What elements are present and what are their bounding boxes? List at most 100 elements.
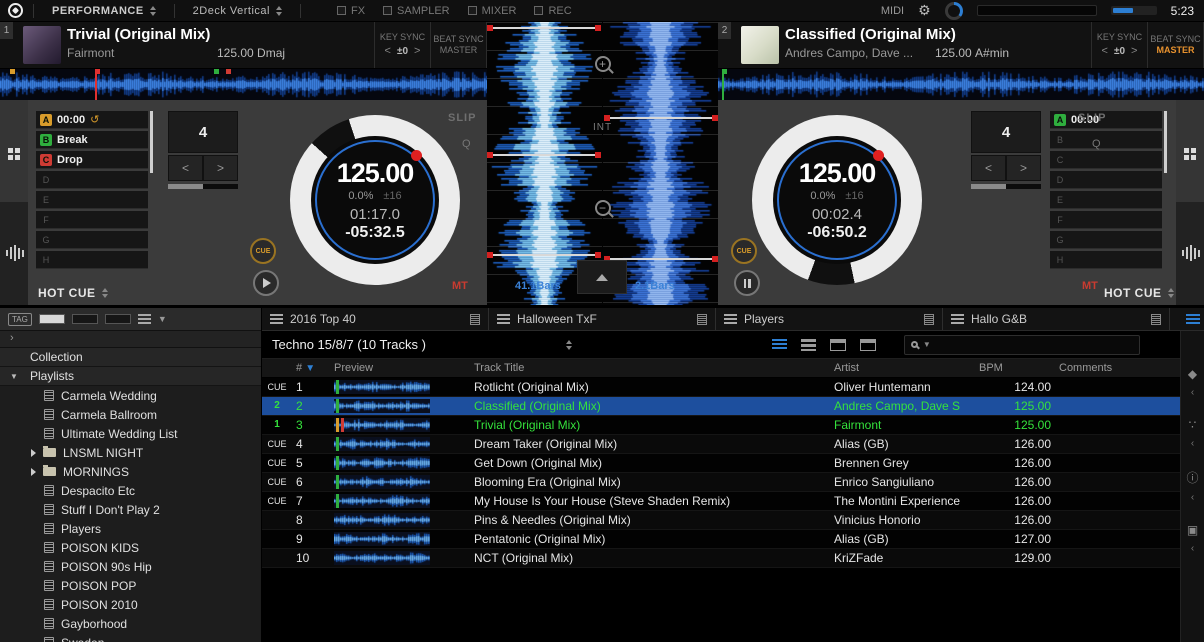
table-row[interactable]: CUE7My House Is Your House (Steve Shaden… xyxy=(262,491,1180,510)
mode-select[interactable]: PERFORMANCE xyxy=(44,5,164,17)
tab-players[interactable]: Players xyxy=(716,308,943,330)
deck1-jog-wheel[interactable]: 125.00 0.0%±16 01:17.0 -05:32.5 xyxy=(290,115,460,285)
related-tracks-icon[interactable]: ∵ xyxy=(1189,418,1197,432)
track-preview-cell[interactable] xyxy=(330,453,470,472)
preview-waveform[interactable] xyxy=(334,456,430,470)
deck2-panel-mode[interactable]: HOT CUE xyxy=(1104,286,1174,300)
info-icon[interactable]: ⓘ xyxy=(1186,469,1198,486)
column-artist[interactable]: Artist xyxy=(830,359,975,377)
sidebar-item-poison-2010[interactable]: POISON 2010 xyxy=(0,595,261,614)
deck2-jog-wheel[interactable]: 125.00 0.0%±16 00:02.4 -06:50.2 xyxy=(752,115,922,285)
deck2-quantize-label[interactable]: Q xyxy=(1092,138,1101,150)
list-view-active-icon[interactable] xyxy=(772,339,787,351)
chevron-left-icon[interactable]: ‹ xyxy=(1191,438,1194,449)
sidebar-item-mornings[interactable]: MORNINGS xyxy=(0,462,261,481)
column-comments[interactable]: Comments xyxy=(1055,359,1180,377)
hot-cue-f[interactable]: F xyxy=(1050,211,1162,229)
artwork-list-view-icon[interactable] xyxy=(860,339,876,351)
tab-2016-top-40[interactable]: 2016 Top 40 xyxy=(262,308,489,330)
toggle-rec[interactable]: REC xyxy=(534,5,571,17)
midi-indicator[interactable]: MIDI xyxy=(881,5,904,17)
color-filter-2[interactable] xyxy=(72,314,98,324)
tab-halloween-txf[interactable]: Halloween TxF xyxy=(489,308,716,330)
sidebar-item-carmela-wedding[interactable]: Carmela Wedding xyxy=(0,386,261,405)
table-row[interactable]: CUE1Rotlicht (Original Mix)Oliver Huntem… xyxy=(262,377,1180,396)
new-tab-button[interactable] xyxy=(1182,308,1204,330)
preview-waveform[interactable] xyxy=(334,532,430,546)
hot-cue-h[interactable]: H xyxy=(36,251,148,269)
artwork-panel-icon[interactable]: ▣ xyxy=(1187,523,1198,537)
deck1-track-overview[interactable] xyxy=(0,69,487,100)
tree-expand-icon[interactable] xyxy=(31,468,36,476)
hot-cue-c[interactable]: CDrop xyxy=(36,151,148,169)
deck1-slip-label[interactable]: SLIP xyxy=(448,112,476,124)
scrollbar[interactable] xyxy=(1164,111,1167,173)
toggle-mixer[interactable]: MIXER xyxy=(468,5,517,17)
eq-waveform-icon[interactable] xyxy=(1182,245,1200,261)
memory-prev-button[interactable]: < xyxy=(971,155,1006,181)
gear-icon[interactable]: ⚙ xyxy=(918,2,931,19)
list-view-icon[interactable] xyxy=(138,314,151,324)
hot-cue-d[interactable]: D xyxy=(1050,171,1162,189)
column-title[interactable]: Track Title xyxy=(470,359,830,377)
sidebar-item-poison-pop[interactable]: POISON POP xyxy=(0,576,261,595)
search-filter-chevron[interactable]: ▼ xyxy=(923,340,931,349)
track-preview-cell[interactable] xyxy=(330,472,470,491)
table-row[interactable]: 9Pentatonic (Original Mix)Alias (GB)127.… xyxy=(262,529,1180,548)
track-preview-cell[interactable] xyxy=(330,491,470,510)
deck1-key-sync-button[interactable]: KEY SYNC <±0> xyxy=(375,22,431,68)
tab-page-icon[interactable] xyxy=(924,314,934,325)
track-preview-cell[interactable] xyxy=(330,396,470,415)
sidebar-breadcrumb[interactable]: › xyxy=(0,331,261,348)
int-mode-label[interactable]: INT xyxy=(593,122,612,133)
zoom-in-icon[interactable]: + xyxy=(595,56,611,72)
track-preview-cell[interactable] xyxy=(330,434,470,453)
deck2-master-button[interactable]: MASTER xyxy=(1157,45,1195,56)
deck2-cue-button[interactable]: CUE xyxy=(731,238,757,264)
table-row[interactable]: 13Trivial (Original Mix)Fairmont125.00 xyxy=(262,415,1180,434)
memory-prev-button[interactable]: < xyxy=(168,155,203,181)
deck2-track-overview[interactable] xyxy=(718,69,1204,100)
tag-list-icon[interactable]: ◆ xyxy=(1188,367,1197,381)
table-row[interactable]: 8Pins & Needles (Original Mix)Vinicius H… xyxy=(262,510,1180,529)
sidebar-item-stuff-i-don-t-play-2[interactable]: Stuff I Don't Play 2 xyxy=(0,500,261,519)
preview-waveform[interactable] xyxy=(334,475,430,489)
sidebar-item-poison-90s-hip[interactable]: POISON 90s Hip xyxy=(0,557,261,576)
chevron-left-icon[interactable]: ‹ xyxy=(1191,387,1194,398)
sidebar-item-playlists[interactable]: ▼Playlists xyxy=(0,367,261,386)
table-row[interactable]: CUE5Get Down (Original Mix)Brennen Grey1… xyxy=(262,453,1180,472)
table-row[interactable]: CUE4Dream Taker (Original Mix)Alias (GB)… xyxy=(262,434,1180,453)
deck1-master-button[interactable]: MASTER xyxy=(440,45,478,56)
tab-page-icon[interactable] xyxy=(470,314,480,325)
color-filter-3[interactable] xyxy=(105,314,131,324)
color-filter-1[interactable] xyxy=(39,314,65,324)
key-shift-up[interactable]: > xyxy=(1131,45,1137,58)
collapse-up-button[interactable] xyxy=(577,260,627,294)
hot-cue-c[interactable]: C xyxy=(1050,151,1162,169)
table-row[interactable]: 10NCT (Original Mix)KriZFade129.00 xyxy=(262,548,1180,567)
toggle-sampler[interactable]: SAMPLER xyxy=(383,5,450,17)
zoom-out-icon[interactable]: − xyxy=(595,200,611,216)
tab-hallo-g-b[interactable]: Hallo G&B xyxy=(943,308,1170,330)
table-row[interactable]: CUE6Blooming Era (Original Mix)Enrico Sa… xyxy=(262,472,1180,491)
hot-cue-d[interactable]: D xyxy=(36,171,148,189)
tag-filter-button[interactable]: TAG xyxy=(8,313,32,326)
hot-cue-f[interactable]: F xyxy=(36,211,148,229)
deck2-slip-label[interactable]: SLIP xyxy=(1078,112,1106,124)
track-preview-cell[interactable] xyxy=(330,415,470,434)
deck2-beat-sync-button[interactable]: BEAT SYNC MASTER xyxy=(1148,22,1204,68)
toggle-fx[interactable]: FX xyxy=(337,5,365,17)
deck2-key-sync-button[interactable]: KEY SYNC <±0> xyxy=(1092,22,1148,68)
preview-waveform[interactable] xyxy=(334,399,430,413)
preview-waveform[interactable] xyxy=(334,418,430,432)
playlist-select-chevrons[interactable] xyxy=(566,340,572,350)
sidebar-item-poison-kids[interactable]: POISON KIDS xyxy=(0,538,261,557)
column-preview[interactable]: Preview xyxy=(330,359,470,377)
hot-cue-h[interactable]: H xyxy=(1050,251,1162,269)
hot-cue-b[interactable]: BBreak xyxy=(36,131,148,149)
key-shift-down[interactable]: < xyxy=(1102,45,1108,58)
hot-cue-g[interactable]: G xyxy=(1050,231,1162,249)
deck1-cue-button[interactable]: CUE xyxy=(250,238,276,264)
sidebar-item-sweden[interactable]: Sweden xyxy=(0,633,261,642)
memory-next-button[interactable]: > xyxy=(203,155,238,181)
